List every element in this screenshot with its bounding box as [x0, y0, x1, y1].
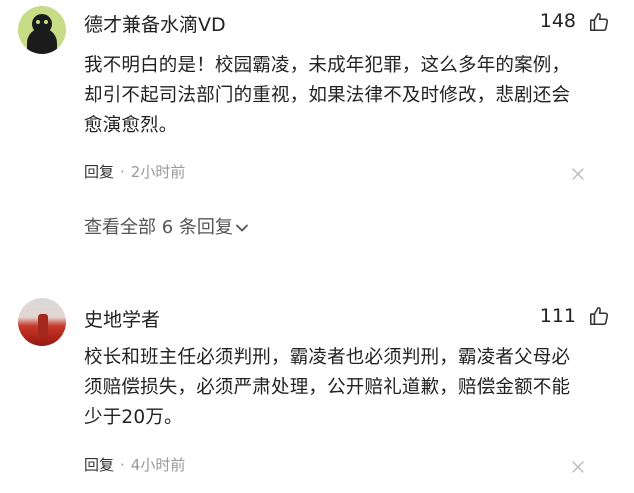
- avatar[interactable]: [18, 298, 66, 346]
- avatar[interactable]: [18, 6, 66, 54]
- timestamp: 2小时前: [130, 163, 186, 181]
- reply-button[interactable]: 回复: [84, 163, 114, 181]
- close-icon[interactable]: [572, 461, 584, 473]
- view-all-replies-label: 查看全部 6 条回复: [84, 217, 233, 238]
- username[interactable]: 史地学者: [84, 305, 160, 332]
- comment-text: 校长和班主任必须判刑，霸凌者也必须判刑，霸凌者父母必须赔偿损失，必须严肃处理，公…: [84, 347, 571, 428]
- username[interactable]: 德才兼备水滴VD: [84, 10, 226, 37]
- comment-meta: 回复 · 4小时前: [84, 454, 185, 475]
- comment-meta: 回复 · 2小时前: [84, 161, 185, 182]
- like-count: 148: [539, 10, 576, 32]
- like-count: 111: [539, 305, 576, 327]
- close-icon[interactable]: [572, 168, 584, 180]
- meta-separator: ·: [120, 456, 125, 474]
- chevron-down-icon: [236, 224, 248, 232]
- reply-button[interactable]: 回复: [84, 456, 114, 474]
- comment-text: 我不明白的是！校园霸凌，未成年犯罪，这么多年的案例，却引不起司法部门的重视，如果…: [84, 55, 571, 136]
- thumbs-up-icon[interactable]: [588, 305, 610, 327]
- thumbs-up-icon[interactable]: [588, 11, 610, 33]
- meta-separator: ·: [120, 163, 125, 181]
- timestamp: 4小时前: [130, 456, 186, 474]
- view-all-replies-link[interactable]: 查看全部 6 条回复: [84, 213, 249, 239]
